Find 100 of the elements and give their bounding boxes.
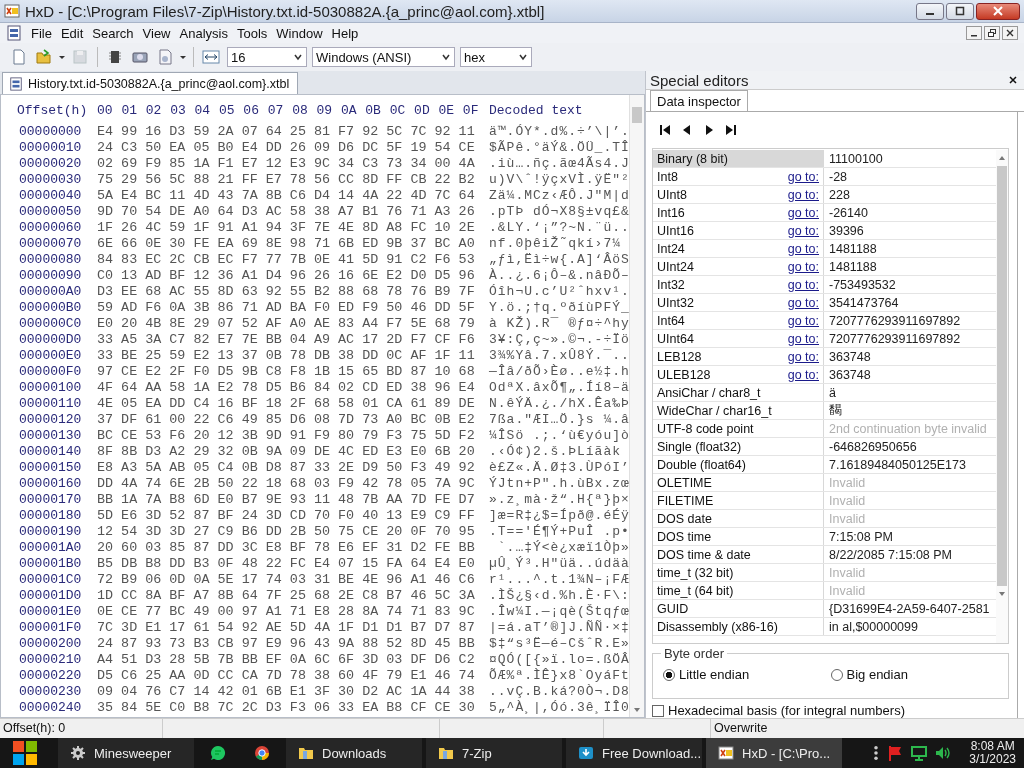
hex-bytes[interactable]: 33 BE 25 59 E2 13 37 0B 78 DB 38 DD 0C AF 1F 11	[97, 347, 489, 363]
hex-bytes[interactable]: 97 CE E2 2F F0 D5 9B C8 F8 1B 15 65 BD 87 10 68	[97, 363, 489, 379]
inspector-label[interactable]: UInt8 go to:	[653, 186, 824, 203]
decoded-text[interactable]: ..vÇ.B.ká?0Ò¬.D8	[489, 683, 630, 699]
inspector-label[interactable]: GUID	[653, 600, 824, 617]
taskbar-item[interactable]: Free Download...	[566, 738, 702, 768]
hex-bytes[interactable]: 1D CC 8A BF A7 8B 64 7F 25 68 2E C8 B7 46 5C 3A	[97, 587, 489, 603]
close-button[interactable]	[1002, 26, 1018, 40]
inspector-value[interactable]: 7207776293911697892	[824, 330, 961, 347]
menu-item[interactable]: View	[142, 25, 171, 41]
caret-icon[interactable]	[58, 53, 66, 61]
decoded-text[interactable]: ÕÆ%ª.ÌÊ}x8`OyáFt	[489, 667, 630, 683]
scrollbar[interactable]	[629, 95, 644, 717]
decoded-text[interactable]: ]æ=R‡¿$=Ípð@.éÉÿ	[489, 507, 630, 523]
decoded-text[interactable]: nf.0þêiŽ˜qkí›7¼	[489, 235, 622, 251]
decoded-text[interactable]: 3¥:Ç‚ç~».©¬.-÷Ïö	[489, 331, 630, 347]
decoded-text[interactable]: .T=='É¶Ý+PuÎ .p•	[489, 523, 630, 539]
hex-bytes[interactable]: 9D 70 54 DE A0 64 D3 AC 58 38 A7 B1 76 71 A3 26	[97, 203, 489, 219]
hex-bytes[interactable]: B5 DB B8 DD B3 0F 48 22 FC E4 07 15 FA 64 E4 E0	[97, 555, 489, 571]
hex-bytes[interactable]: 33 A5 3A C7 82 E7 7E BB 04 A9 AC 17 2D F7 CF F6	[97, 331, 489, 347]
inspector-label[interactable]: time_t (64 bit)	[653, 582, 824, 599]
decoded-text[interactable]: OdªX.âxÕ¶„.Íí8–ä	[489, 379, 630, 395]
inspector-label[interactable]: DOS time	[653, 528, 824, 545]
decoded-text[interactable]: |=á.aT’®]J.ÑÑ·×‡	[489, 619, 630, 635]
hex-bytes[interactable]: 59 AD F6 0A 3B 86 71 AD BA F0 ED F9 50 46 DD 5F	[97, 299, 489, 315]
hex-bytes[interactable]: D5 C6 25 AA 0D CC CA 7D 78 38 60 4F 79 E1 46 74	[97, 667, 489, 683]
decoded-text[interactable]: .pTÞ dÓ¬X8§±vq£&	[489, 203, 630, 219]
hex-bytes[interactable]: 72 B9 06 0D 0A 5E 17 74 03 31 BE 4E 96 A1 46 C6	[97, 571, 489, 587]
scroll-thumb[interactable]	[997, 166, 1007, 586]
hex-bytes[interactable]: 6E 66 0E 30 FE EA 69 8E 98 71 6B ED 9B 37 BC A0	[97, 235, 489, 251]
go-to-link[interactable]: go to:	[787, 169, 819, 184]
go-to-link[interactable]: go to:	[787, 187, 819, 202]
inspector-value[interactable]: 39396	[824, 222, 864, 239]
minimize-button[interactable]	[916, 2, 944, 20]
first-icon[interactable]	[658, 123, 672, 137]
go-to-link[interactable]: go to:	[787, 349, 819, 364]
inspector-value[interactable]: 11100100	[824, 150, 883, 167]
inspector-value[interactable]: -753493532	[824, 276, 896, 293]
monitor-icon[interactable]	[911, 745, 928, 761]
clock[interactable]: 8:08 AM 3/1/2023	[969, 740, 1016, 766]
hex-bytes[interactable]: 5D E6 3D 52 87 BF 24 3D CD 70 F0 40 13 E9 C9 FF	[97, 507, 489, 523]
decoded-text[interactable]: ¼ÎSö .;.‘ù€yóu]ò	[489, 427, 630, 443]
decoded-text[interactable]: ».z¸mà·ž“.H{ª}þ×	[489, 491, 630, 507]
hex-bytes[interactable]: 37 DF 61 00 22 C6 49 85 D6 08 7D 73 A0 BC 0B E2	[97, 411, 489, 427]
hex-bytes[interactable]: E8 A3 5A AB 05 C4 0B D8 87 33 2E D9 50 F3 49 92	[97, 459, 489, 475]
inspector-label[interactable]: FILETIME	[653, 492, 824, 509]
go-to-link[interactable]: go to:	[787, 205, 819, 220]
radio-option[interactable]: Big endian	[830, 667, 998, 682]
taskbar-item[interactable]: Minesweeper	[58, 738, 194, 768]
inspector-value[interactable]: 7:15:08 PM	[824, 528, 893, 545]
decoded-text[interactable]: À..¿.6¡Ô–&.nâÐÕ–	[489, 267, 630, 283]
decoded-text[interactable]: ¤QÓ([{»ï.lo=.ßÖÂ	[489, 651, 630, 667]
inspector-label[interactable]: Double (float64)	[653, 456, 824, 473]
last-icon[interactable]	[724, 123, 738, 137]
hex-bytes[interactable]: 24 87 93 73 B3 CB 97 E9 96 43 9A 88 52 8D 45 BB	[97, 635, 489, 651]
decoded-text[interactable]: à KŽ).R¯ ®ƒ¤÷^hy	[489, 315, 630, 331]
inspector-label[interactable]: OLETIME	[653, 474, 824, 491]
checkbox[interactable]	[652, 704, 664, 717]
decoded-text[interactable]: Zä¼.MCz‹ÆÔ.J"M|d	[489, 187, 630, 203]
decoded-text[interactable]: $ÃPê.°äÝ&.ÖÜ_.TÎ	[489, 139, 630, 155]
menu-item[interactable]: Analysis	[179, 25, 228, 41]
inspector-value[interactable]: 363748	[824, 366, 871, 383]
decoded-text[interactable]: 7ßa."ÆI…Ö.}s ¼.â	[489, 411, 630, 427]
radio-button[interactable]	[663, 668, 675, 681]
hex-bytes[interactable]: 4F 64 AA 58 1A E2 78 D5 B6 84 02 CD ED 38 96 E4	[97, 379, 489, 395]
go-to-link[interactable]: go to:	[787, 223, 819, 238]
restore-button[interactable]	[984, 26, 1000, 40]
hex-bytes[interactable]: BC CE 53 F6 20 12 3B 9D 91 F9 80 79 F3 75 5D F2	[97, 427, 489, 443]
decoded-text[interactable]: 5„^À¸|,Óó.3ê¸ÏÎ0	[489, 699, 630, 715]
caret-icon[interactable]	[179, 53, 187, 61]
go-to-link[interactable]: go to:	[787, 331, 819, 346]
hex-bytes[interactable]: A4 51 D3 28 5B 7B BB EF 0A 6C 6F 3D 03 DF D6 C2	[97, 651, 489, 667]
inspector-value[interactable]: -28	[824, 168, 848, 185]
go-to-link[interactable]: go to:	[787, 241, 819, 256]
decoded-text[interactable]: `.…‡Ý<è¿xæï1Òþ»	[489, 539, 630, 555]
scroll-down-arrow-icon[interactable]	[998, 590, 1006, 598]
inspector-label[interactable]: Int32 go to:	[653, 276, 824, 293]
hex-bytes[interactable]: D3 EE 68 AC 55 8D 63 92 55 B2 88 68 78 76 B9 7F	[97, 283, 489, 299]
decoded-text[interactable]: —Îâ/ðÕ›Èø..e½‡.h	[489, 363, 630, 379]
go-to-link[interactable]: go to:	[787, 259, 819, 274]
decoded-text[interactable]: µÛ¸Ý³.H"üä..údäà	[489, 555, 630, 571]
go-to-link[interactable]: go to:	[787, 277, 819, 292]
maximize-button[interactable]	[946, 2, 974, 20]
inspector-label[interactable]: Int64 go to:	[653, 312, 824, 329]
minimize-button[interactable]	[966, 26, 982, 40]
inspector-value[interactable]: 228	[824, 186, 850, 203]
hex-bytes[interactable]: 1F 26 4C 59 1F 91 A1 94 3F 7E 4E 8D A8 FC 10 2E	[97, 219, 489, 235]
go-to-link[interactable]: go to:	[787, 313, 819, 328]
hex-bytes[interactable]: E4 99 16 D3 59 2A 07 64 25 81 F7 92 5C 7C 92 11	[97, 123, 489, 139]
inspector-value[interactable]: in al,$00000099	[824, 618, 918, 635]
inspector-label[interactable]: Binary (8 bit)	[653, 150, 824, 167]
inspector-label[interactable]: UInt32 go to:	[653, 294, 824, 311]
inspector-value[interactable]: ä	[824, 384, 836, 401]
encoding-dropdown[interactable]: Windows (ANSI)	[312, 47, 455, 67]
go-to-link[interactable]: go to:	[787, 295, 819, 310]
decoded-text[interactable]: ÝJtn+P".h.ùBx.zœ	[489, 475, 630, 491]
menu-item[interactable]: Window	[276, 25, 323, 41]
inspector-label[interactable]: LEB128 go to:	[653, 348, 824, 365]
flag-icon[interactable]	[887, 745, 904, 761]
close-button[interactable]	[976, 2, 1020, 20]
